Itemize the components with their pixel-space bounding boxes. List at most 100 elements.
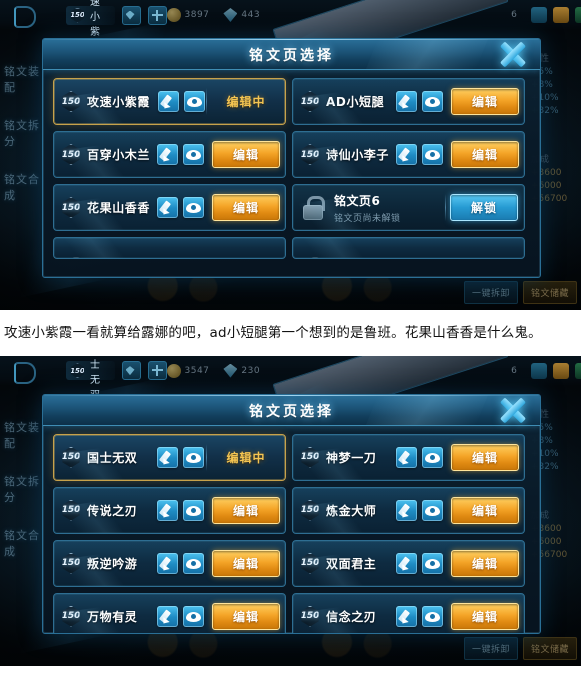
plus-icon[interactable] [147,361,167,381]
resource-card[interactable]: 6 [272,0,517,74]
player-name-plate[interactable]: 150 攻速小紫霞 [66,0,115,53]
card-action-area: 解锁 [442,194,518,221]
pencil-icon[interactable] [157,605,178,627]
eye-icon[interactable] [183,446,204,468]
eye-icon[interactable] [183,605,204,627]
eye-icon[interactable] [183,499,204,521]
edit-button[interactable]: 编辑 [451,496,519,524]
inscription-storage-button[interactable]: 铭文储藏 [522,281,577,304]
eye-icon[interactable] [183,144,204,165]
edit-button[interactable]: 编辑 [451,549,519,577]
inscription-page-card[interactable]: 150 炼金大师 编辑 [292,486,525,534]
inscription-page-grid: 150 攻速小紫霞 编辑中 150 AD小短腿 编辑 150 百穿小木兰 编辑 … [53,78,530,259]
card-action-area: 编辑 [443,549,519,577]
back-button[interactable] [0,356,66,386]
resource-diamond[interactable]: 230 [223,363,260,378]
inscription-page-name: 铭文页6 [334,193,381,208]
gem-icon[interactable] [121,361,141,381]
pencil-icon[interactable] [396,605,417,627]
inscription-page-card[interactable]: 150 叛逆吟游 编辑 [53,539,286,587]
card-action-area: 编辑 [443,602,519,630]
inscription-page-card[interactable]: 150 信念之刃 编辑 [292,592,525,633]
card-action-area: 编辑中 [205,449,279,466]
level-badge: 150 [71,7,84,23]
level-badge: 150 [62,446,80,468]
pencil-icon[interactable] [396,446,417,468]
resource-card[interactable]: 6 [272,355,517,429]
eye-icon[interactable] [422,446,443,468]
eye-icon[interactable] [183,197,204,218]
inscription-page-card[interactable]: 150 诗仙小李子 编辑 [292,131,525,178]
back-button[interactable] [0,0,66,30]
unlock-button[interactable]: 解锁 [450,194,518,221]
inscription-page-card[interactable]: 150 国士无双 编辑中 [53,433,286,481]
plus-icon[interactable] [147,5,167,25]
eye-icon[interactable] [422,605,443,627]
edit-button[interactable]: 编辑 [451,602,519,630]
edit-button[interactable]: 编辑 [212,194,280,221]
inscription-storage-button[interactable]: 铭文储藏 [522,636,577,660]
inscription-page-grid: 150 国士无双 编辑中 150 神梦一刀 编辑 150 传说之刃 编辑 150… [53,433,530,633]
resource-diamond[interactable]: 443 [223,8,260,22]
inscription-page-card[interactable]: 150 百穿小木兰 编辑 [53,131,286,178]
inscription-page-card-partial[interactable]: 铭文页8 [292,237,525,259]
inscription-page-card[interactable]: 150 传说之刃 编辑 [53,486,286,534]
edit-button[interactable]: 编辑 [451,443,519,471]
card-action-area: 编辑 [204,602,280,630]
eye-icon[interactable] [422,144,443,165]
hud-signal-icon[interactable] [553,362,570,379]
hud-add-icon[interactable] [531,362,548,379]
edit-button[interactable]: 编辑 [212,496,280,524]
close-icon[interactable] [494,39,532,73]
level-badge: 150 [301,446,319,468]
gem-icon[interactable] [121,5,141,25]
pencil-icon[interactable] [396,552,417,574]
eye-icon[interactable] [422,91,443,112]
card-icon-group [157,197,204,218]
edit-button[interactable]: 编辑 [212,141,280,168]
inscription-page-card-locked[interactable]: 铭文页6 铭文页尚未解锁 解锁 [292,184,525,231]
edit-button[interactable]: 编辑 [212,549,280,577]
level-badge: 150 [62,499,80,521]
resource-gold[interactable]: 3897 [166,8,210,22]
card-action-area: 编辑 [204,194,280,221]
player-name-plate[interactable]: 150 国士无双 [66,360,115,401]
inscription-page-dialog: 铭文页选择 150 攻速小紫霞 编辑中 150 AD小短腿 编辑 150 百穿小… [42,38,541,278]
inscription-page-name: 神梦一刀 [326,450,377,465]
one-key-disassemble-button[interactable]: 一键拆卸 [463,281,518,304]
pencil-icon[interactable] [396,91,417,112]
eye-icon[interactable] [422,552,443,574]
pencil-icon[interactable] [157,499,178,521]
one-key-disassemble-button[interactable]: 一键拆卸 [463,636,518,660]
level-badge: 150 [62,91,80,112]
gold-value: 3547 [184,365,210,376]
eye-icon[interactable] [422,499,443,521]
pencil-icon[interactable] [396,144,417,165]
edit-button[interactable]: 编辑 [451,88,519,115]
edit-button[interactable]: 编辑 [212,602,280,630]
inscription-page-card[interactable]: 150 花果山香香 编辑 [53,184,286,231]
eye-icon[interactable] [183,552,204,574]
pencil-icon[interactable] [396,499,417,521]
hud-add-icon[interactable] [531,7,548,23]
level-badge: 150 [301,144,319,165]
pencil-icon[interactable] [158,91,179,112]
pencil-icon[interactable] [157,446,178,468]
inscription-page-card[interactable]: 150 双面君主 编辑 [292,539,525,587]
card-action-area: 编辑 [443,88,519,115]
lock-icon [65,256,83,258]
resource-gold[interactable]: 3547 [166,363,210,378]
eye-icon[interactable] [184,91,205,112]
pencil-icon[interactable] [157,144,178,165]
inscription-page-card[interactable]: 150 AD小短腿 编辑 [292,78,525,125]
inscription-page-card[interactable]: 150 攻速小紫霞 编辑中 [53,78,286,125]
edit-button[interactable]: 编辑 [451,141,519,168]
pencil-icon[interactable] [157,197,178,218]
pencil-icon[interactable] [157,552,178,574]
hud-battery-icon [575,7,581,23]
inscription-page-card[interactable]: 150 神梦一刀 编辑 [292,433,525,481]
close-icon[interactable] [494,395,532,429]
inscription-page-card-partial[interactable]: 铭文页7 [53,237,286,259]
hud-signal-icon[interactable] [553,7,570,23]
inscription-page-card[interactable]: 150 万物有灵 编辑 [53,592,286,633]
